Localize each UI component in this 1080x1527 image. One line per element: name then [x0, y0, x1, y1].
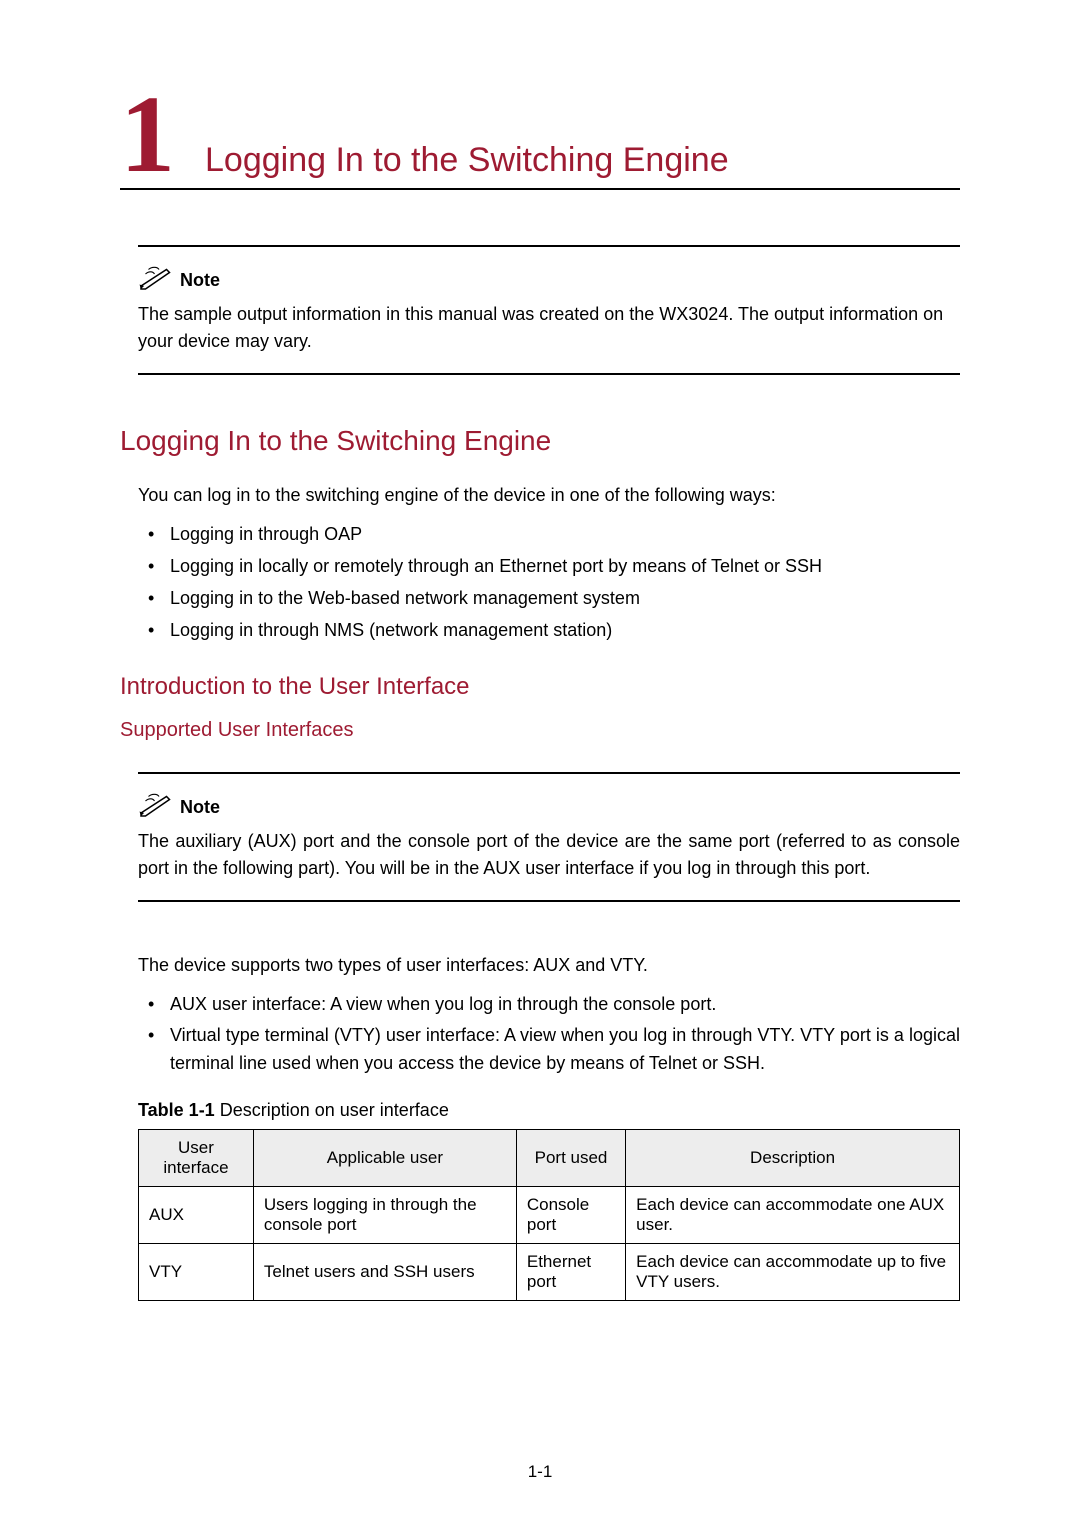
td: Ethernet port: [516, 1244, 625, 1301]
table-caption-text: Description on user interface: [220, 1100, 449, 1120]
list-item: Virtual type terminal (VTY) user interfa…: [138, 1022, 960, 1078]
th-description: Description: [626, 1130, 960, 1187]
para-two-types: The device supports two types of user in…: [138, 952, 960, 979]
th-port-used: Port used: [516, 1130, 625, 1187]
note-header: Note: [138, 263, 960, 291]
td: Telnet users and SSH users: [253, 1244, 516, 1301]
page-number: 1-1: [0, 1462, 1080, 1482]
section-heading-logging-in: Logging In to the Switching Engine: [120, 425, 960, 457]
table-row: VTY Telnet users and SSH users Ethernet …: [139, 1244, 960, 1301]
list-item: Logging in to the Web-based network mana…: [138, 585, 960, 613]
note-icon: [138, 790, 174, 818]
page: 1 Logging In to the Switching Engine Not…: [0, 0, 1080, 1527]
note-header: Note: [138, 790, 960, 818]
note-block-1: Note The sample output information in th…: [138, 245, 960, 375]
note-icon: [138, 263, 174, 291]
list-item: Logging in through NMS (network manageme…: [138, 617, 960, 645]
td: Users logging in through the console por…: [253, 1187, 516, 1244]
td: Console port: [516, 1187, 625, 1244]
table-caption: Table 1-1 Description on user interface: [138, 1100, 960, 1121]
list-item: Logging in locally or remotely through a…: [138, 553, 960, 581]
note-label: Note: [180, 270, 220, 291]
user-interface-table: User interface Applicable user Port used…: [138, 1129, 960, 1301]
td: AUX: [139, 1187, 254, 1244]
chapter-header: 1 Logging In to the Switching Engine: [120, 90, 960, 190]
th-applicable-user: Applicable user: [253, 1130, 516, 1187]
td: Each device can accommodate up to five V…: [626, 1244, 960, 1301]
chapter-title: Logging In to the Switching Engine: [205, 141, 729, 180]
table-row: AUX Users logging in through the console…: [139, 1187, 960, 1244]
list-item: AUX user interface: A view when you log …: [138, 991, 960, 1019]
table-header-row: User interface Applicable user Port used…: [139, 1130, 960, 1187]
chapter-line: 1 Logging In to the Switching Engine: [120, 90, 960, 180]
note-block-2: Note The auxiliary (AUX) port and the co…: [138, 772, 960, 902]
subheading-supported-ui: Supported User Interfaces: [120, 719, 960, 742]
note-label: Note: [180, 797, 220, 818]
chapter-number: 1: [120, 90, 175, 178]
note-text-1: The sample output information in this ma…: [138, 301, 960, 355]
td: Each device can accommodate one AUX user…: [626, 1187, 960, 1244]
td: VTY: [139, 1244, 254, 1301]
login-methods-list: Logging in through OAP Logging in locall…: [138, 521, 960, 645]
th-user-interface: User interface: [139, 1130, 254, 1187]
list-item: Logging in through OAP: [138, 521, 960, 549]
ui-types-list: AUX user interface: A view when you log …: [138, 991, 960, 1079]
section-heading-intro-ui: Introduction to the User Interface: [120, 673, 960, 701]
section-intro: You can log in to the switching engine o…: [138, 482, 960, 509]
table-caption-label: Table 1-1: [138, 1100, 215, 1120]
note-text-2: The auxiliary (AUX) port and the console…: [138, 828, 960, 882]
